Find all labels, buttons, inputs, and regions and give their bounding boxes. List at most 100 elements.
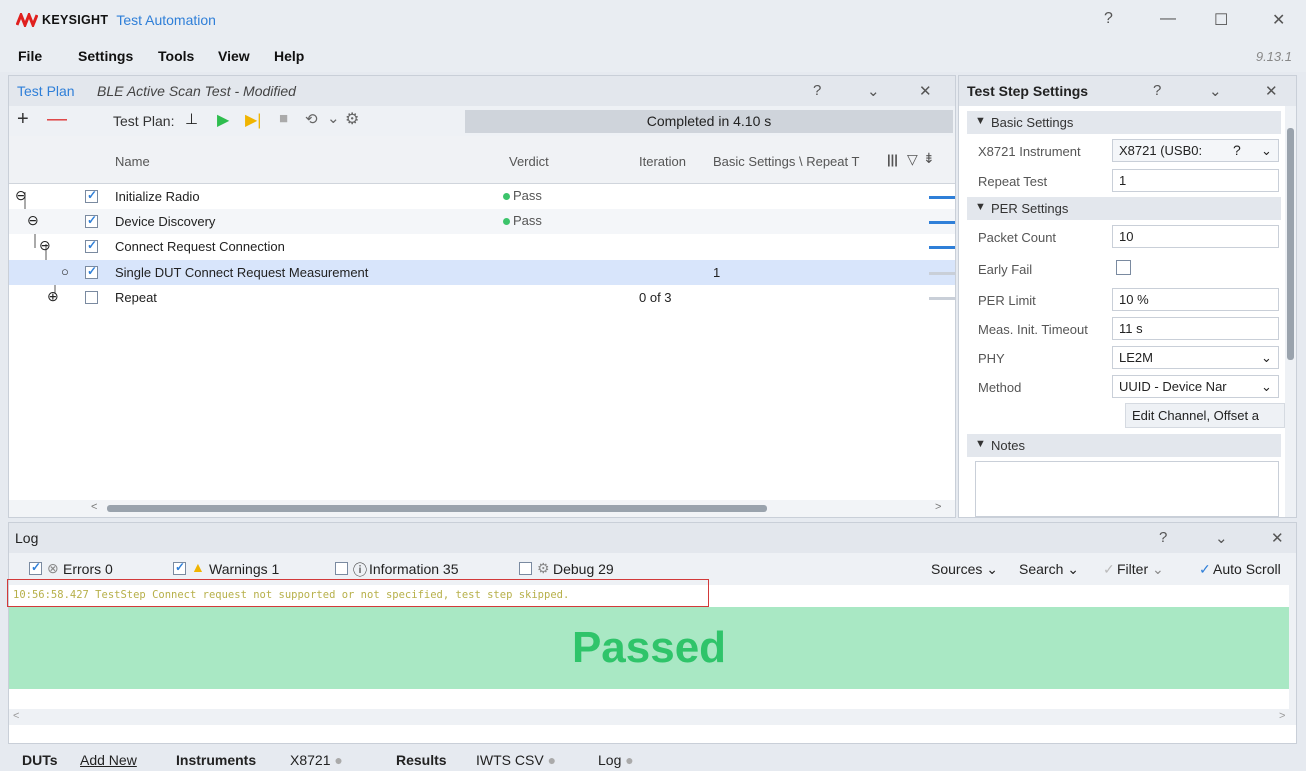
- close-icon[interactable]: ✕: [1271, 529, 1284, 547]
- filter-check-icon: ✓: [1103, 561, 1115, 577]
- column-iteration[interactable]: Iteration: [639, 154, 686, 169]
- maximize-button[interactable]: ☐: [1214, 10, 1228, 30]
- chevron-down-icon[interactable]: ⌄: [1215, 529, 1228, 547]
- packet-count-input[interactable]: 10: [1112, 225, 1279, 248]
- table-row[interactable]: ⊖ Connect Request Connection: [9, 234, 955, 259]
- remove-step-icon[interactable]: —: [47, 108, 67, 131]
- vertical-scrollbar[interactable]: [1285, 106, 1296, 517]
- warnings-label: Warnings 1: [209, 561, 280, 577]
- scroll-left-icon[interactable]: <: [91, 501, 97, 513]
- chevron-down-icon[interactable]: ⌄: [1209, 82, 1222, 100]
- collapse-icon[interactable]: ⊖: [27, 212, 39, 229]
- information-label: Information 35: [369, 561, 459, 577]
- close-icon[interactable]: ✕: [919, 82, 932, 100]
- filter-dropdown[interactable]: Filter ⌄: [1117, 561, 1164, 578]
- collapse-icon[interactable]: ⊖: [15, 187, 27, 204]
- stop-icon[interactable]: ■: [279, 110, 288, 127]
- early-fail-checkbox[interactable]: [1116, 260, 1131, 275]
- warnings-checkbox[interactable]: [173, 560, 186, 575]
- close-icon[interactable]: ✕: [1265, 82, 1278, 100]
- chevron-down-icon[interactable]: ⌄: [327, 109, 340, 127]
- notes-section[interactable]: ▼ Notes: [967, 434, 1281, 457]
- test-plan-toolbar: + — Test Plan: ⊥ ▶ ▶| ■ ⟲ ⌄ ⚙ Completed …: [9, 106, 955, 136]
- help-icon[interactable]: ?: [1153, 82, 1161, 99]
- field-label: Repeat Test: [978, 174, 1048, 189]
- instrument-select[interactable]: X8721 (USB0: ? ⌄: [1112, 139, 1279, 162]
- table-row[interactable]: ⊖ Device Discovery Pass: [9, 209, 955, 234]
- step-icon[interactable]: ▶|: [245, 110, 261, 130]
- timeout-input[interactable]: 11 s: [1112, 317, 1279, 340]
- horizontal-scrollbar[interactable]: < >: [9, 500, 955, 517]
- help-icon[interactable]: ?: [1159, 529, 1167, 546]
- per-limit-input[interactable]: 10 %: [1112, 288, 1279, 311]
- step-checkbox[interactable]: [85, 188, 98, 203]
- collapse-icon[interactable]: ⊖: [39, 237, 51, 254]
- add-new-link[interactable]: Add New: [80, 752, 137, 768]
- chevron-down-icon: ▼: [975, 438, 986, 450]
- basic-settings-section[interactable]: ▼ Basic Settings: [967, 111, 1281, 134]
- log-result[interactable]: Log ●: [598, 752, 634, 768]
- menu-settings[interactable]: Settings: [78, 48, 133, 64]
- duts-label: DUTs: [22, 752, 58, 768]
- progress-bar: [929, 196, 955, 199]
- scroll-left-icon[interactable]: <: [13, 710, 19, 722]
- scroll-thumb[interactable]: [107, 505, 767, 512]
- warning-icon: ▲: [191, 559, 205, 575]
- step-checkbox[interactable]: [85, 238, 98, 253]
- run-icon[interactable]: ▶: [217, 110, 229, 130]
- add-step-icon[interactable]: +: [17, 108, 29, 131]
- log-body: Passed 10:56:58.427 TestStep Connect req…: [7, 579, 1296, 725]
- sort-icon[interactable]: ⇟: [923, 150, 935, 167]
- instrument-x8721[interactable]: X8721 ●: [290, 752, 343, 768]
- menu-tools[interactable]: Tools: [158, 48, 194, 64]
- minimize-button[interactable]: —: [1160, 10, 1176, 28]
- method-select[interactable]: UUID - Device Nar ⌄: [1112, 375, 1279, 398]
- loop-icon[interactable]: ⟲: [305, 110, 318, 128]
- debug-checkbox[interactable]: [519, 562, 532, 575]
- column-repeat[interactable]: Basic Settings \ Repeat T: [713, 154, 885, 169]
- column-name[interactable]: Name: [115, 154, 150, 169]
- step-checkbox[interactable]: [85, 291, 98, 304]
- vertical-scrollbar[interactable]: [1289, 585, 1296, 709]
- debug-label: Debug 29: [553, 561, 614, 577]
- breakpoint-icon[interactable]: ⊥: [185, 110, 198, 128]
- close-button[interactable]: ✕: [1272, 10, 1285, 30]
- iteration-cell: 0 of 3: [639, 290, 672, 305]
- per-settings-section[interactable]: ▼ PER Settings: [967, 197, 1281, 220]
- table-row[interactable]: ⊖ Initialize Radio Pass: [9, 184, 955, 209]
- errors-checkbox[interactable]: [29, 560, 42, 575]
- expand-icon[interactable]: ⊕: [47, 288, 59, 305]
- menu-view[interactable]: View: [218, 48, 250, 64]
- step-checkbox[interactable]: [85, 213, 98, 228]
- scroll-thumb[interactable]: [1287, 128, 1294, 360]
- phy-select[interactable]: LE2M ⌄: [1112, 346, 1279, 369]
- window-help-button[interactable]: ?: [1104, 10, 1113, 28]
- scroll-right-icon[interactable]: >: [935, 501, 941, 513]
- search-dropdown[interactable]: Search ⌄: [1019, 561, 1079, 578]
- autoscroll-toggle[interactable]: Auto Scroll: [1213, 561, 1281, 577]
- menu-help[interactable]: Help: [274, 48, 304, 64]
- help-icon[interactable]: ?: [813, 82, 821, 99]
- table-row[interactable]: ⊕ Repeat 0 of 3: [9, 285, 955, 310]
- field-label: Meas. Init. Timeout: [978, 322, 1088, 337]
- edit-channel-button[interactable]: Edit Channel, Offset a: [1125, 403, 1285, 428]
- repeat-test-input[interactable]: 1: [1112, 169, 1279, 192]
- settings-gear-icon[interactable]: ⚙: [345, 109, 359, 129]
- instruments-label: Instruments: [176, 752, 257, 768]
- scroll-right-icon[interactable]: >: [1279, 710, 1285, 722]
- information-checkbox[interactable]: [335, 562, 348, 575]
- step-checkbox[interactable]: [85, 264, 98, 279]
- sources-dropdown[interactable]: Sources ⌄: [931, 561, 998, 578]
- table-row[interactable]: ○ Single DUT Connect Request Measurement…: [9, 260, 955, 285]
- iwts-csv-result[interactable]: IWTS CSV ●: [476, 752, 556, 768]
- chevron-down-icon: ⌄: [1261, 143, 1272, 158]
- notes-textarea[interactable]: [975, 461, 1279, 517]
- menu-file[interactable]: File: [18, 48, 42, 64]
- columns-icon[interactable]: |||: [887, 152, 898, 167]
- leaf-node-icon: ○: [61, 264, 69, 279]
- results-label: Results: [396, 752, 447, 768]
- column-verdict[interactable]: Verdict: [509, 154, 549, 169]
- filter-icon[interactable]: ▽: [907, 151, 918, 168]
- horizontal-scrollbar[interactable]: < >: [9, 709, 1296, 725]
- chevron-down-icon[interactable]: ⌄: [867, 82, 880, 100]
